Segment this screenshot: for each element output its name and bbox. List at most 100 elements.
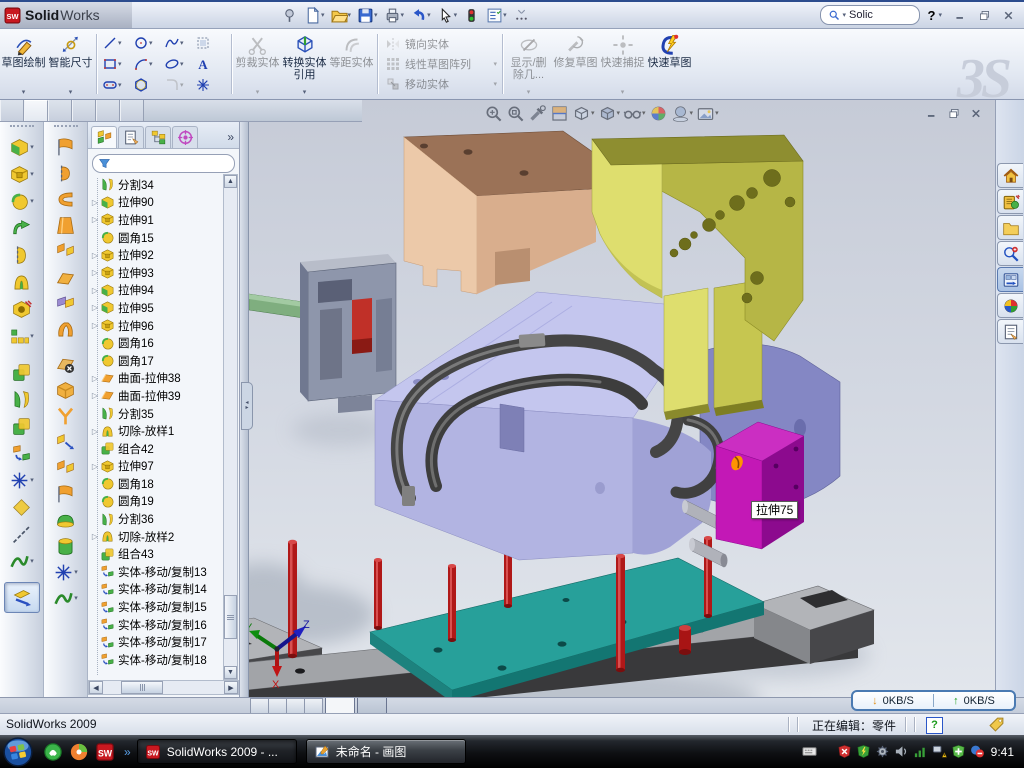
tab-sketch[interactable] bbox=[24, 100, 48, 121]
task-paint[interactable]: 未命名 - 画图 bbox=[306, 739, 466, 764]
point-tool[interactable] bbox=[195, 75, 226, 96]
freeform-tool[interactable] bbox=[55, 533, 76, 559]
trim-surface-tool[interactable] bbox=[55, 403, 76, 429]
tree-item[interactable]: 圆角16 bbox=[90, 334, 224, 352]
tree-item[interactable]: 分割35 bbox=[90, 405, 224, 423]
graphics-viewport[interactable]: Y Z X ▾ ▾ ▾ ▾ bbox=[248, 100, 995, 697]
extruded-boss-tool[interactable]: ▾ bbox=[9, 134, 34, 161]
volume-tray-icon[interactable] bbox=[894, 744, 909, 759]
expand-arrow-icon[interactable]: ▷ bbox=[90, 462, 100, 471]
sketch-text-tool[interactable]: A bbox=[195, 54, 226, 75]
sync-tray-icon[interactable] bbox=[970, 744, 985, 759]
slot-tool[interactable]: ▾ bbox=[102, 75, 133, 96]
scroll-right-button[interactable]: ▶ bbox=[224, 681, 238, 694]
surface-spline-tool[interactable]: ▾ bbox=[53, 585, 78, 611]
lofted-boss-tool[interactable] bbox=[11, 269, 32, 296]
expand-arrow-icon[interactable]: ▷ bbox=[90, 321, 100, 330]
knit-surface-tool[interactable] bbox=[55, 316, 76, 342]
solidworks-quicklaunch-icon[interactable]: SW bbox=[95, 742, 115, 762]
repair-sketch-button[interactable]: 修复草图 bbox=[552, 29, 599, 99]
undo-button[interactable]: ▾ bbox=[407, 4, 434, 27]
delete-face-tool[interactable] bbox=[55, 351, 76, 377]
tree-item[interactable]: 实体-移动/复制17 bbox=[90, 633, 224, 651]
tree-filter-input[interactable] bbox=[92, 154, 235, 173]
trim-entities-button[interactable]: 剪裁实体 ▾ bbox=[234, 29, 281, 99]
expand-arrow-icon[interactable]: ▷ bbox=[90, 532, 100, 541]
tab-surfaces[interactable] bbox=[48, 100, 72, 121]
convert-entities-button[interactable]: 转换实体引用 ▾ bbox=[281, 29, 328, 99]
tree-item[interactable]: 圆角17 bbox=[90, 352, 224, 370]
tag-icon[interactable] bbox=[988, 716, 1005, 733]
reference-point-tool[interactable]: ▾ bbox=[9, 467, 34, 494]
custom-properties-tab[interactable] bbox=[997, 319, 1023, 344]
tree-item[interactable]: 圆角15 bbox=[90, 229, 224, 247]
chevron-expand-icon[interactable]: » bbox=[227, 126, 234, 148]
tree-item[interactable]: ▷ 曲面-拉伸38 bbox=[90, 370, 224, 388]
swept-surface-tool[interactable] bbox=[55, 134, 76, 160]
planar-surface-tool[interactable] bbox=[55, 264, 76, 290]
network-warning-tray-icon[interactable] bbox=[932, 744, 947, 759]
tree-item[interactable]: ▷ 曲面-拉伸39 bbox=[90, 387, 224, 405]
linear-sketch-pattern-button[interactable]: 线性草图阵列 ▾ bbox=[380, 54, 500, 74]
quick-tips-button[interactable]: ? bbox=[926, 717, 943, 734]
appearances-tab[interactable] bbox=[997, 293, 1023, 318]
untrim-surface-tool[interactable] bbox=[55, 481, 76, 507]
tab-evaluate[interactable] bbox=[96, 100, 120, 121]
scrollbar-thumb[interactable] bbox=[224, 595, 237, 639]
revolved-surface-tool[interactable] bbox=[55, 160, 76, 186]
prev-tab-button[interactable] bbox=[268, 698, 286, 714]
rectangle-tool[interactable]: ▾ bbox=[102, 54, 133, 75]
next-tab-button[interactable] bbox=[286, 698, 304, 714]
scroll-down-button[interactable]: ▼ bbox=[224, 666, 237, 679]
expand-arrow-icon[interactable]: ▷ bbox=[90, 286, 100, 295]
minimize-button[interactable] bbox=[950, 7, 971, 24]
tree-item[interactable]: 圆角18 bbox=[90, 475, 224, 493]
network-speed-widget[interactable]: ↓ 0KB/S ↑ 0KB/S bbox=[851, 690, 1016, 711]
expand-arrow-icon[interactable]: ▷ bbox=[90, 374, 100, 383]
options-button[interactable]: ▾ bbox=[483, 4, 510, 27]
tree-item[interactable]: 圆角19 bbox=[90, 493, 224, 511]
tree-item[interactable]: ▷ 切除-放样2 bbox=[90, 528, 224, 546]
extended-surface-tool[interactable] bbox=[55, 186, 76, 212]
move-entities-button[interactable]: 移动实体 ▾ bbox=[380, 74, 500, 94]
tree-item[interactable]: 实体-移动/复制16 bbox=[90, 616, 224, 634]
expand-arrow-icon[interactable]: ▷ bbox=[90, 251, 100, 260]
sketch-button[interactable]: 草图绘制 ▾ bbox=[0, 29, 47, 99]
doc-minimize-icon[interactable] bbox=[925, 107, 939, 120]
zoom-fit-button[interactable] bbox=[484, 104, 503, 123]
pattern-tool[interactable]: ▾ bbox=[9, 323, 34, 350]
tree-item[interactable]: 实体-移动/复制14 bbox=[90, 581, 224, 599]
section-view-button[interactable] bbox=[550, 104, 569, 123]
tree-item[interactable]: ▷ 拉伸90 bbox=[90, 194, 224, 212]
expand-arrow-icon[interactable]: ▷ bbox=[90, 391, 100, 400]
zoom-area-button[interactable] bbox=[506, 104, 525, 123]
scroll-left-button[interactable]: ◀ bbox=[89, 681, 103, 694]
propertymanager-tab[interactable] bbox=[118, 126, 144, 148]
circle-tool[interactable]: ▾ bbox=[133, 33, 164, 54]
dimxpertmanager-tab[interactable] bbox=[172, 126, 198, 148]
selection-box-tool[interactable] bbox=[195, 33, 226, 54]
expand-arrow-icon[interactable]: ▷ bbox=[90, 198, 100, 207]
line-tool[interactable]: ▾ bbox=[102, 33, 133, 54]
tree-item[interactable]: ▷ 拉伸97 bbox=[90, 458, 224, 476]
reference-axis-tool[interactable] bbox=[11, 521, 32, 548]
ellipse-tool[interactable]: ▾ bbox=[164, 54, 195, 75]
spline-3d-tool[interactable]: ▾ bbox=[9, 548, 34, 575]
configurationmanager-tab[interactable] bbox=[145, 126, 171, 148]
expand-arrow-icon[interactable]: ▷ bbox=[90, 303, 100, 312]
display-settings-button[interactable] bbox=[460, 4, 483, 27]
smart-dimension-button[interactable]: 智能尺寸 ▾ bbox=[47, 29, 94, 99]
tree-item[interactable]: 组合42 bbox=[90, 440, 224, 458]
file-explorer-tab[interactable] bbox=[997, 215, 1023, 240]
panel-collapse-handle[interactable]: ◂▸ bbox=[241, 382, 253, 430]
pin-icon[interactable] bbox=[278, 4, 301, 27]
close-button[interactable] bbox=[998, 7, 1019, 24]
search-tab[interactable] bbox=[997, 241, 1023, 266]
reference-plane-tool[interactable] bbox=[11, 494, 32, 521]
magnify-button[interactable] bbox=[528, 104, 547, 123]
tree-item[interactable]: ▷ 拉伸91 bbox=[90, 211, 224, 229]
extend-surface-tool[interactable] bbox=[55, 429, 76, 455]
replace-face-tool[interactable] bbox=[55, 455, 76, 481]
expand-arrow-icon[interactable]: ▷ bbox=[90, 427, 100, 436]
move-copy-body-tool[interactable] bbox=[11, 440, 32, 467]
